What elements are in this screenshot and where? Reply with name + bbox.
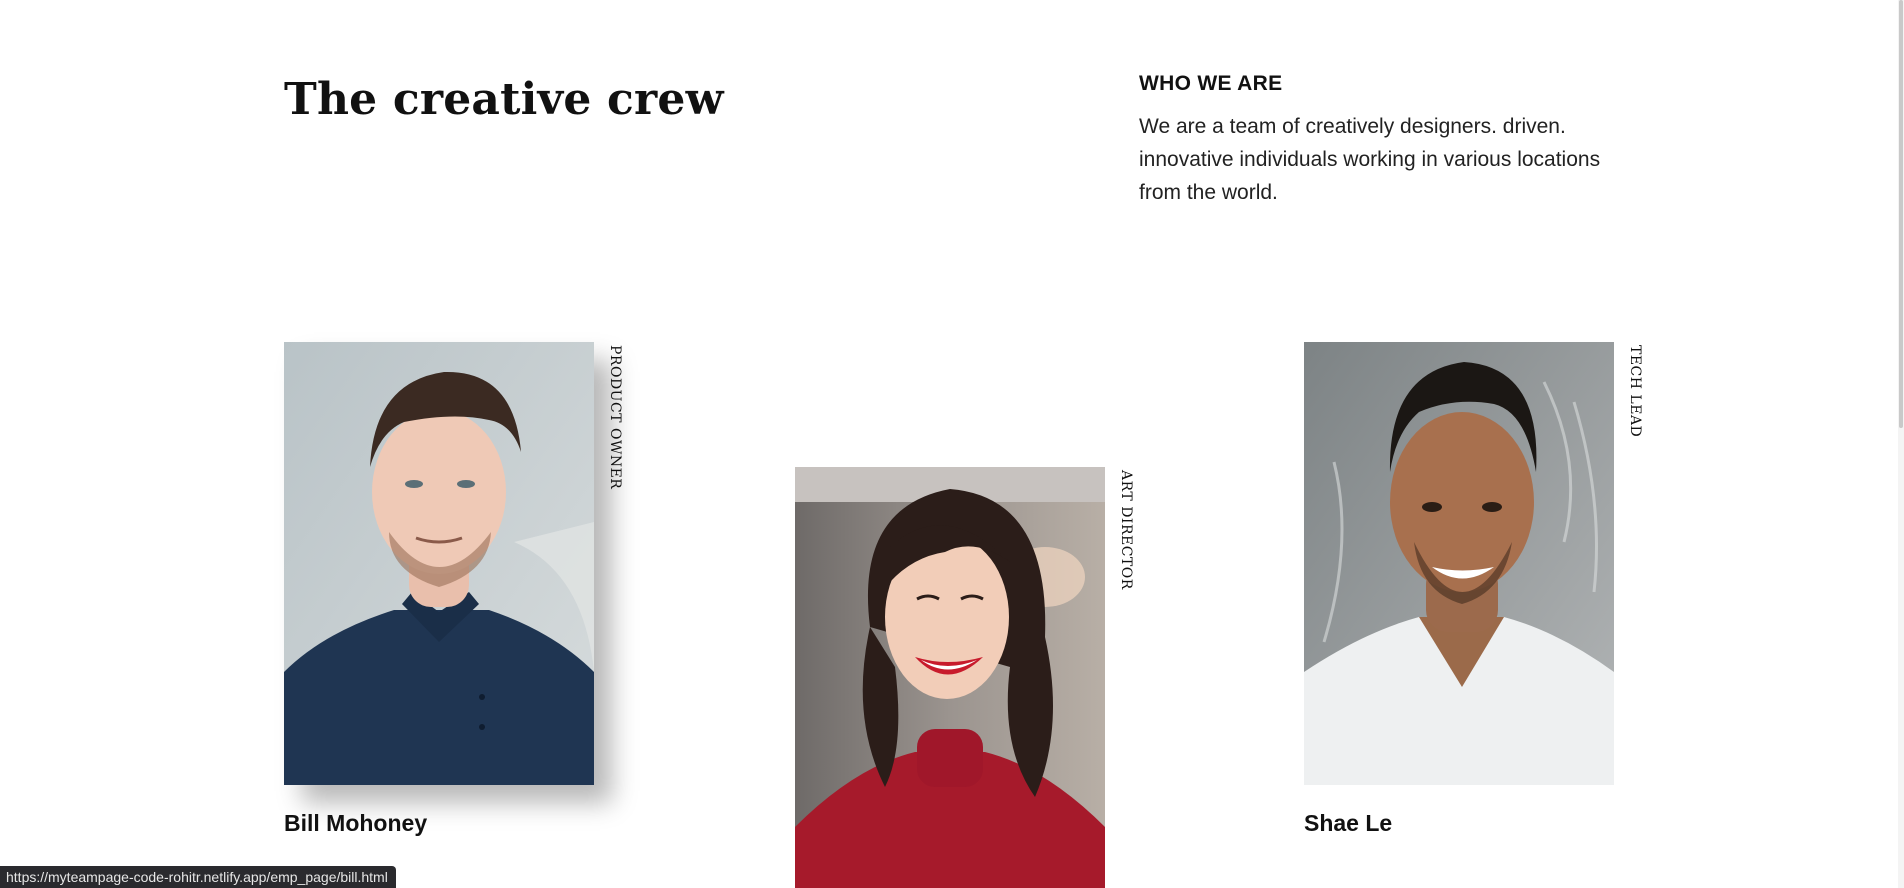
portrait-image <box>1304 342 1614 785</box>
team-photo-art-director[interactable] <box>795 467 1105 888</box>
team-page: The creative crew WHO WE ARE We are a te… <box>0 0 1904 888</box>
team-photo-bill[interactable] <box>284 342 594 785</box>
scrollbar-thumb[interactable] <box>1899 0 1903 428</box>
team-card-art-director[interactable]: ART DIRECTOR <box>795 467 1134 888</box>
portrait-image <box>284 342 594 785</box>
about-section: WHO WE ARE We are a team of creatively d… <box>1139 72 1619 209</box>
team-name-shae[interactable]: Shae Le <box>1304 810 1392 837</box>
team-card-bill[interactable]: PRODUCT OWNER Bill Mohoney <box>284 342 623 836</box>
team-card-shae[interactable]: TECH LEAD Shae Le <box>1304 342 1643 836</box>
link-status-bar: https://myteampage-code-rohitr.netlify.a… <box>0 866 396 888</box>
team-name-bill[interactable]: Bill Mohoney <box>284 810 427 837</box>
page-title: The creative crew <box>284 74 724 125</box>
about-heading: WHO WE ARE <box>1139 72 1283 95</box>
portrait-image <box>795 467 1105 888</box>
team-photo-shae[interactable] <box>1304 342 1614 785</box>
about-text: We are a team of creatively designers. d… <box>1139 115 1601 204</box>
team-role-shae: TECH LEAD <box>1627 345 1643 438</box>
team-role-art-director: ART DIRECTOR <box>1118 470 1134 590</box>
team-role-bill: PRODUCT OWNER <box>607 345 623 490</box>
page-scrollbar[interactable] <box>1898 0 1904 888</box>
